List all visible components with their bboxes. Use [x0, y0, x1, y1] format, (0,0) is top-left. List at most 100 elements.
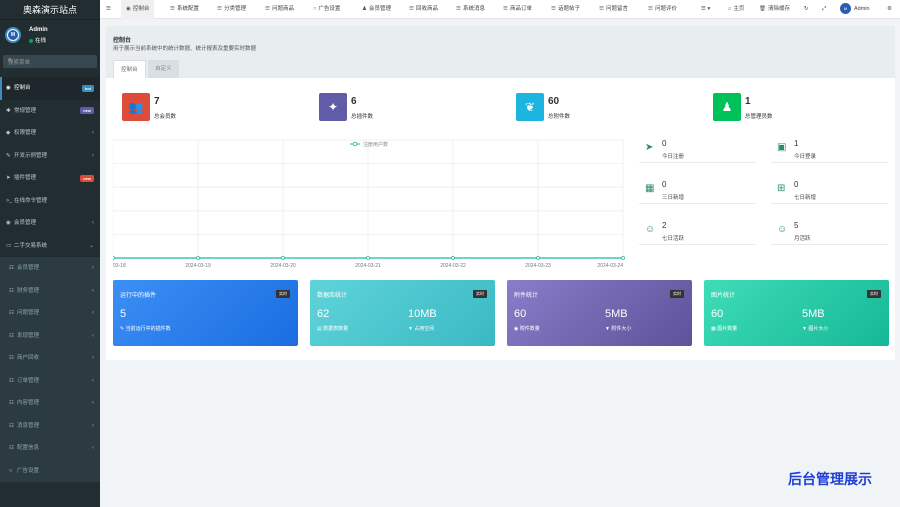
realtime-tag: 实时 — [276, 290, 290, 298]
chevron-left-icon: ‹ — [92, 220, 94, 226]
fullscreen-icon[interactable]: ⤢ — [822, 0, 826, 19]
tab-console[interactable]: 控制台 — [113, 60, 146, 78]
submenu-item[interactable]: ○ 广告设置 — [0, 460, 100, 483]
chevron-left-icon: ‹ — [92, 355, 94, 361]
trade-submenu: ☷ 会员管理 ‹ ☷ 财务管理 ‹ ☷ 问题管理 ‹ ☷ 发现管理 ‹ ☷ 商户回收 ‹ ☷ 订单管理… — [0, 257, 100, 482]
submenu-item[interactable]: ☷ 发现管理 ‹ — [0, 325, 100, 348]
data-point[interactable] — [281, 256, 285, 260]
list-icon: ☷ — [9, 355, 14, 361]
tab-system-config[interactable]: ☰ 系统配置 — [170, 0, 199, 19]
rocket-icon: ➤ — [645, 142, 654, 153]
sidebar-item-example[interactable]: ✎ 开发示例管理 ‹ — [0, 145, 100, 168]
admin-avatar-icon: M — [840, 3, 851, 15]
database-icon: ▤ — [317, 326, 322, 332]
chevron-left-icon: ‹ — [92, 310, 94, 316]
sidebar-item-trade[interactable]: ▭ 二手交易系统 ⌄ — [0, 235, 100, 258]
realtime-tag: 实时 — [867, 290, 881, 298]
avatar: M — [5, 27, 21, 43]
x-tick-label: 2024-03-22 — [440, 263, 466, 268]
tab-messages[interactable]: ☰ 问题留言 — [599, 0, 628, 19]
sidebar-item-addon[interactable]: ➤ 插件管理 new — [0, 167, 100, 190]
magic-icon: ✎ — [120, 326, 125, 332]
chevron-left-icon: ‹ — [92, 152, 94, 159]
stat-total-attachments: ❦ 60 总附件数 — [516, 93, 666, 123]
home-icon: ⌂ — [728, 6, 732, 12]
submenu-item[interactable]: ☷ 订单管理 ‹ — [0, 370, 100, 393]
card-database: 数据库统计 实时 62 ▤ 数据表数量 10MB ▼ 占用空间 — [310, 280, 495, 346]
list-icon: ☷ — [9, 400, 14, 406]
tab-ad-settings[interactable]: ○ 广告设置 — [313, 0, 340, 19]
data-point[interactable] — [621, 256, 625, 260]
users-icon: 👥 — [122, 93, 150, 121]
user-name: Admin — [29, 27, 48, 33]
magic-icon: ✎ — [6, 152, 11, 159]
attachment-icon: ◉ — [514, 326, 519, 332]
dashboard-icon: ◉ — [6, 85, 11, 91]
stat-total-members: 👥 7 总会员数 — [122, 93, 272, 123]
admin-menu[interactable]: M Admin — [840, 0, 870, 19]
tab-category[interactable]: ☰ 分类管理 — [217, 0, 246, 19]
group-icon: ◆ — [6, 130, 11, 136]
tab-dashboard[interactable]: ◉ 控制台 — [121, 0, 155, 19]
sidebar-item-user[interactable]: ◉ 会员管理 ‹ — [0, 212, 100, 235]
data-point[interactable] — [366, 256, 370, 260]
submenu-item[interactable]: ☷ 会员管理 ‹ — [0, 257, 100, 280]
vcard-icon: ▣ — [777, 142, 787, 153]
tab-recycle-goods[interactable]: ☰ 回收商品 — [409, 0, 438, 19]
user-circle-icon: ◉ — [6, 220, 11, 226]
sidebar-search-input[interactable]: 搜索菜单 ⌕ — [3, 55, 97, 68]
card-images: 图片统计 实时 60 ▩ 图片数量 5MB ▼ 图片大小 — [704, 280, 889, 346]
tab-custom[interactable]: 自定义 — [148, 60, 179, 78]
magic-wand-icon: ✦ — [319, 93, 347, 121]
sidebar-item-auth[interactable]: ◆ 权限管理 ‹ — [0, 122, 100, 145]
chevron-left-icon: ‹ — [92, 332, 94, 339]
submenu-item[interactable]: ☷ 问题管理 ‹ — [0, 302, 100, 325]
chevron-left-icon: ‹ — [92, 400, 94, 406]
tab-orders[interactable]: ☰ 商品订单 — [503, 0, 532, 19]
terminal-icon: >_ — [6, 197, 13, 204]
mini-stat-today-login: ▣ 1 今日登录 — [771, 139, 888, 163]
chevron-left-icon: ‹ — [92, 265, 94, 271]
more-tabs-dropdown[interactable]: ☰ ▾ — [701, 0, 710, 19]
sidebar-item-dashboard[interactable]: ◉ 控制台 hot — [0, 77, 100, 100]
data-point[interactable] — [113, 256, 115, 260]
panel-header: 控制台 用于展示当前系统中的统计数据、统计报表及重要实时数据 控制台 自定义 — [106, 26, 895, 78]
clear-cache-button[interactable]: 🗑 清除缓存 — [759, 0, 790, 19]
sidebar-toggle-icon[interactable]: ☰ — [106, 0, 111, 19]
data-point[interactable] — [196, 256, 200, 260]
search-icon[interactable]: ⌕ — [8, 57, 92, 64]
chevron-down-icon: ⌄ — [88, 242, 94, 249]
tab-system-messages[interactable]: ☰ 系统消息 — [456, 0, 485, 19]
gears-icon[interactable]: ⚙ — [887, 0, 892, 19]
rocket-icon: ➤ — [6, 175, 11, 181]
tab-reviews[interactable]: ☰ 问题评价 — [648, 0, 677, 19]
sidebar-item-command[interactable]: >_ 在线命令管理 — [0, 190, 100, 213]
mini-stat-seven-days: ⊞ 0 七日新增 — [771, 180, 888, 204]
sidebar: 奥森演示站点 M Admin 在线 搜索菜单 ⌕ ◉ 控制台 hot ✱ 常规管理 … — [0, 0, 100, 507]
submenu-item[interactable]: ☷ 消息管理 ‹ — [0, 415, 100, 438]
legend-marker-dot — [352, 141, 358, 147]
legend-label[interactable]: 注册用户数 — [363, 141, 388, 148]
list-icon: ☷ — [9, 265, 14, 271]
submenu-item[interactable]: ☷ 商户回收 ‹ — [0, 347, 100, 370]
data-point[interactable] — [451, 256, 455, 260]
home-link[interactable]: ⌂ 主页 — [728, 0, 744, 19]
sidebar-item-general[interactable]: ✱ 常规管理 new — [0, 100, 100, 123]
tab-topics[interactable]: ☰ 话题帖子 — [551, 0, 580, 19]
filter-icon: ▼ — [605, 326, 610, 332]
list-icon: ☷ — [9, 422, 14, 429]
brand-title[interactable]: 奥森演示站点 — [0, 0, 100, 20]
submenu-item[interactable]: ☷ 内容管理 ‹ — [0, 392, 100, 415]
refresh-icon[interactable]: ↻ — [804, 0, 809, 19]
submenu-item[interactable]: ☷ 配置信息 ‹ — [0, 437, 100, 460]
chevron-left-icon: ‹ — [92, 445, 94, 451]
x-tick-label: 03-18 — [113, 263, 126, 268]
chevron-left-icon: ‹ — [92, 287, 94, 294]
panel-title: 控制台 — [113, 38, 132, 44]
submenu-item[interactable]: ☷ 财务管理 ‹ — [0, 280, 100, 303]
data-point[interactable] — [536, 256, 540, 260]
realtime-tag: 实时 — [670, 290, 684, 298]
top-navbar: ☰ ◉ 控制台 ☰ 系统配置 ☰ 分类管理 ☰ 问题商品 ○ 广告设置 ♟ 会员管理 ☰ 回收… — [100, 0, 900, 19]
tab-member[interactable]: ♟ 会员管理 — [362, 0, 391, 19]
tab-problem-goods[interactable]: ☰ 问题商品 — [265, 0, 294, 19]
